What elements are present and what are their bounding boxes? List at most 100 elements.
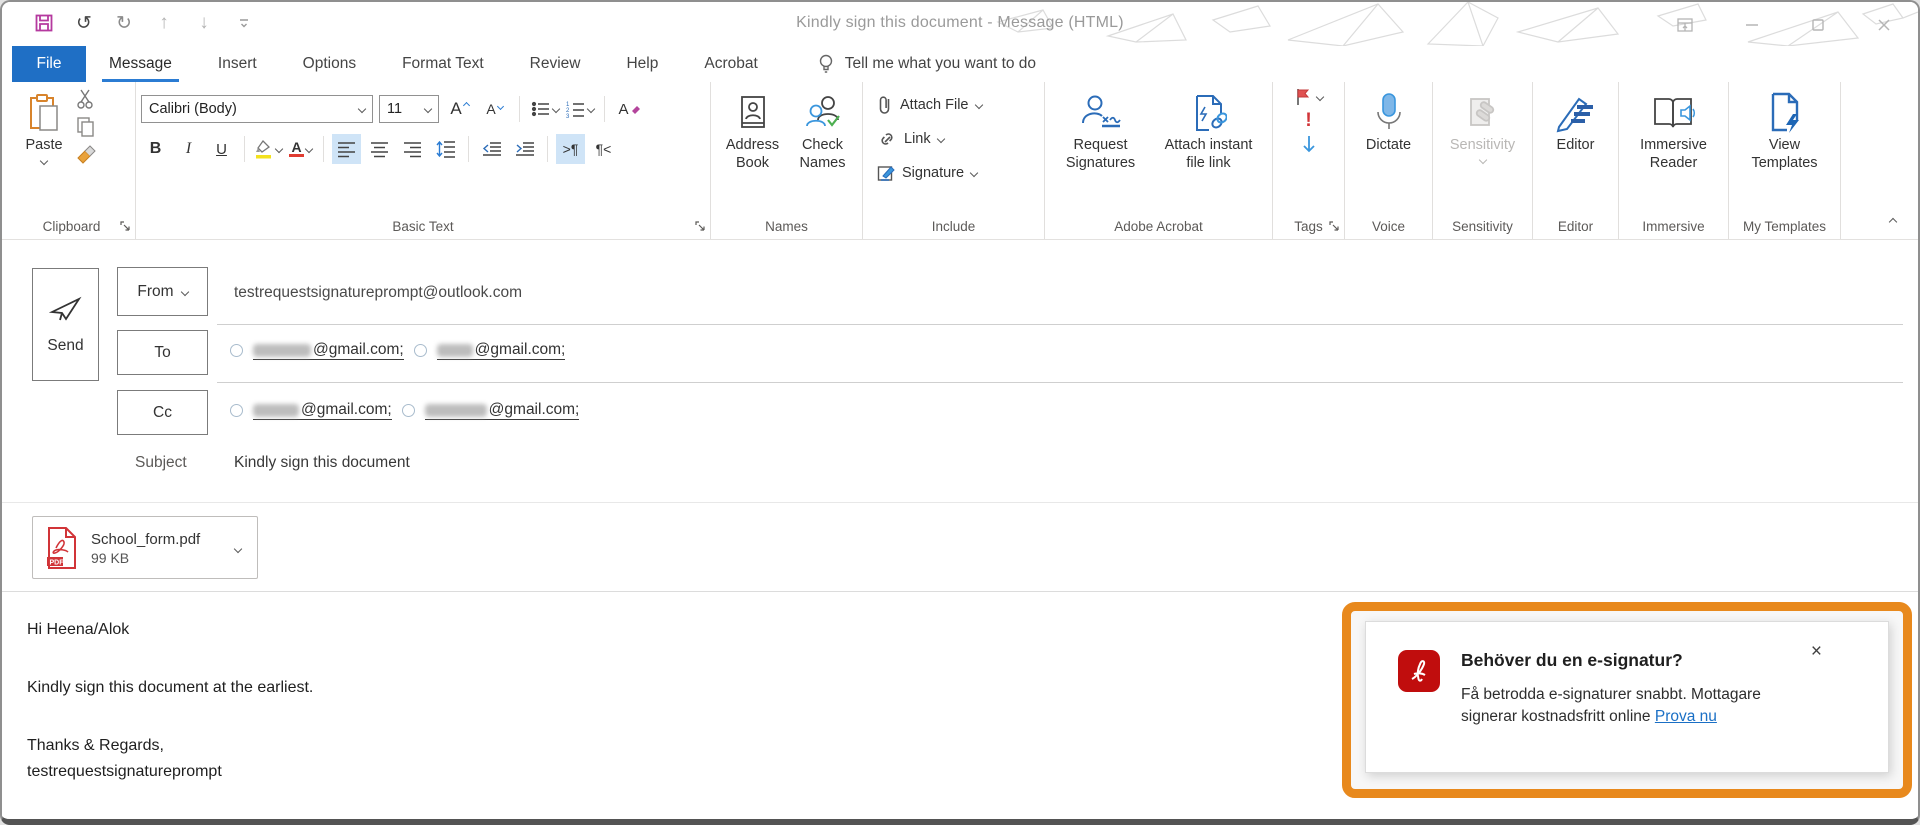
group-editor: Editor Editor	[1533, 82, 1619, 239]
basic-text-dialog-launcher-icon[interactable]	[695, 221, 706, 232]
check-names-icon	[804, 90, 842, 136]
tab-insert[interactable]: Insert	[195, 46, 280, 82]
sensitivity-icon	[1463, 90, 1503, 136]
restore-icon[interactable]	[1810, 17, 1826, 33]
dictate-label: Dictate	[1365, 137, 1412, 153]
subject-input[interactable]: Kindly sign this document	[234, 454, 410, 472]
lightbulb-icon	[819, 54, 832, 73]
message-header: Send From testrequestsignatureprompt@out…	[2, 240, 1918, 502]
bold-button[interactable]: B	[141, 134, 170, 164]
pdf-file-icon: PDF	[47, 526, 76, 569]
shrink-font-button[interactable]: A	[480, 94, 509, 124]
attach-instant-file-link-button[interactable]: Attach instant file link	[1155, 82, 1263, 172]
line-spacing-button[interactable]	[431, 134, 460, 164]
tab-message[interactable]: Message	[86, 46, 195, 82]
view-templates-button[interactable]: View Templates	[1738, 82, 1832, 172]
address-book-icon	[736, 90, 770, 136]
paste-button[interactable]: Paste	[13, 82, 75, 166]
tab-file[interactable]: File	[12, 46, 86, 82]
to-button[interactable]: To	[117, 330, 208, 375]
italic-button[interactable]: I	[174, 134, 203, 164]
dictate-button[interactable]: Dictate	[1351, 82, 1427, 154]
rtl-paragraph-button[interactable]: ¶<	[589, 134, 618, 164]
increase-indent-icon	[515, 142, 534, 156]
align-right-button[interactable]	[398, 134, 427, 164]
collapse-ribbon-icon[interactable]	[1888, 217, 1898, 227]
tags-dialog-launcher-icon[interactable]	[1329, 221, 1340, 232]
group-names: Address Book Check Names Names	[711, 82, 863, 239]
follow-up-button[interactable]	[1295, 88, 1324, 106]
view-templates-icon	[1767, 90, 1803, 136]
increase-indent-button[interactable]	[510, 134, 539, 164]
minimize-icon[interactable]	[1744, 17, 1760, 33]
tab-acrobat[interactable]: Acrobat	[681, 46, 780, 82]
address-book-button[interactable]: Address Book	[717, 82, 789, 172]
window-controls	[1676, 16, 1892, 34]
group-label-editor: Editor	[1557, 219, 1594, 234]
underline-button[interactable]: U	[207, 134, 236, 164]
ltr-paragraph-button[interactable]: >¶	[556, 134, 585, 164]
font-size-combo[interactable]: 11	[379, 95, 439, 123]
prova-nu-link[interactable]: Prova nu	[1655, 708, 1717, 725]
group-label-voice: Voice	[1371, 219, 1406, 234]
close-icon[interactable]	[1876, 17, 1892, 33]
attach-file-button[interactable]: Attach File	[877, 88, 1039, 122]
highlight-button[interactable]	[253, 134, 283, 164]
sensitivity-button-label: Sensitivity	[1449, 137, 1516, 153]
recipient-chip[interactable]: @gmail.com;	[436, 341, 566, 360]
field-separator	[217, 382, 1903, 383]
request-signatures-button[interactable]: Request Signatures	[1055, 82, 1147, 172]
sensitivity-button[interactable]: Sensitivity	[1438, 82, 1527, 165]
numbering-button[interactable]: 1 2 3	[565, 94, 595, 124]
signature-button[interactable]: Signature	[877, 156, 1039, 190]
tab-help[interactable]: Help	[603, 46, 681, 82]
cc-button[interactable]: Cc	[117, 390, 208, 435]
ribbon-display-options-icon[interactable]	[1676, 16, 1694, 34]
low-importance-icon[interactable]	[1302, 135, 1316, 153]
clipboard-dialog-launcher-icon[interactable]	[120, 221, 131, 232]
recipient-chip[interactable]: @gmail.com;	[253, 401, 392, 420]
group-label-names: Names	[765, 219, 808, 234]
to-recipients[interactable]: @gmail.com; @gmail.com;	[230, 341, 566, 360]
font-color-button[interactable]: A	[286, 134, 315, 164]
group-immersive: Immersive Reader Immersive	[1619, 82, 1729, 239]
bullets-button[interactable]	[530, 94, 560, 124]
editor-button[interactable]: Editor	[1541, 82, 1611, 154]
align-center-button[interactable]	[365, 134, 394, 164]
recipient-chip[interactable]: @gmail.com;	[424, 401, 580, 420]
editor-icon	[1555, 90, 1597, 136]
immersive-reader-label: Immersive Reader	[1640, 137, 1707, 171]
paste-dropdown-icon[interactable]	[39, 156, 49, 166]
presence-icon	[413, 344, 427, 357]
copy-icon[interactable]	[75, 116, 97, 138]
link-button[interactable]: Link	[877, 122, 1039, 156]
attachment-dropdown-icon[interactable]	[229, 533, 247, 563]
check-names-button[interactable]: Check Names	[789, 82, 857, 172]
clear-formatting-button[interactable]: A	[615, 94, 644, 124]
tab-format-text[interactable]: Format Text	[379, 46, 507, 82]
format-painter-icon[interactable]	[75, 144, 97, 166]
group-clipboard: Paste Clipboard	[8, 82, 136, 239]
align-right-icon	[404, 141, 421, 157]
decrease-indent-button[interactable]	[477, 134, 506, 164]
tell-me-box[interactable]: Tell me what you want to do	[817, 46, 1036, 82]
send-button[interactable]: Send	[32, 268, 99, 381]
grow-font-button[interactable]: A	[445, 94, 474, 124]
high-importance-button[interactable]: !	[1305, 111, 1311, 130]
group-my-templates: View Templates My Templates	[1729, 82, 1841, 239]
outlook-compose-window: ↺ ↻ ↑ ↓ Kindly sign this document - Mess…	[0, 0, 1920, 825]
align-left-button[interactable]	[332, 134, 361, 164]
from-button[interactable]: From	[117, 267, 208, 316]
immersive-reader-button[interactable]: Immersive Reader	[1626, 82, 1722, 172]
eraser-icon	[631, 106, 640, 114]
recipient-chip[interactable]: @gmail.com;	[253, 341, 404, 360]
attachment-card[interactable]: PDF School_form.pdf 99 KB	[32, 516, 258, 579]
signature-icon	[877, 166, 895, 181]
font-name-combo[interactable]: Calibri (Body)	[141, 95, 373, 123]
popup-close-icon[interactable]: ×	[1811, 642, 1822, 661]
tab-review[interactable]: Review	[507, 46, 604, 82]
ribbon: Paste Clipboard Calibri (Body) 11 A A 1 …	[2, 82, 1918, 240]
cut-icon[interactable]	[75, 88, 97, 110]
cc-recipients[interactable]: @gmail.com; @gmail.com;	[230, 401, 580, 420]
tab-options[interactable]: Options	[280, 46, 379, 82]
